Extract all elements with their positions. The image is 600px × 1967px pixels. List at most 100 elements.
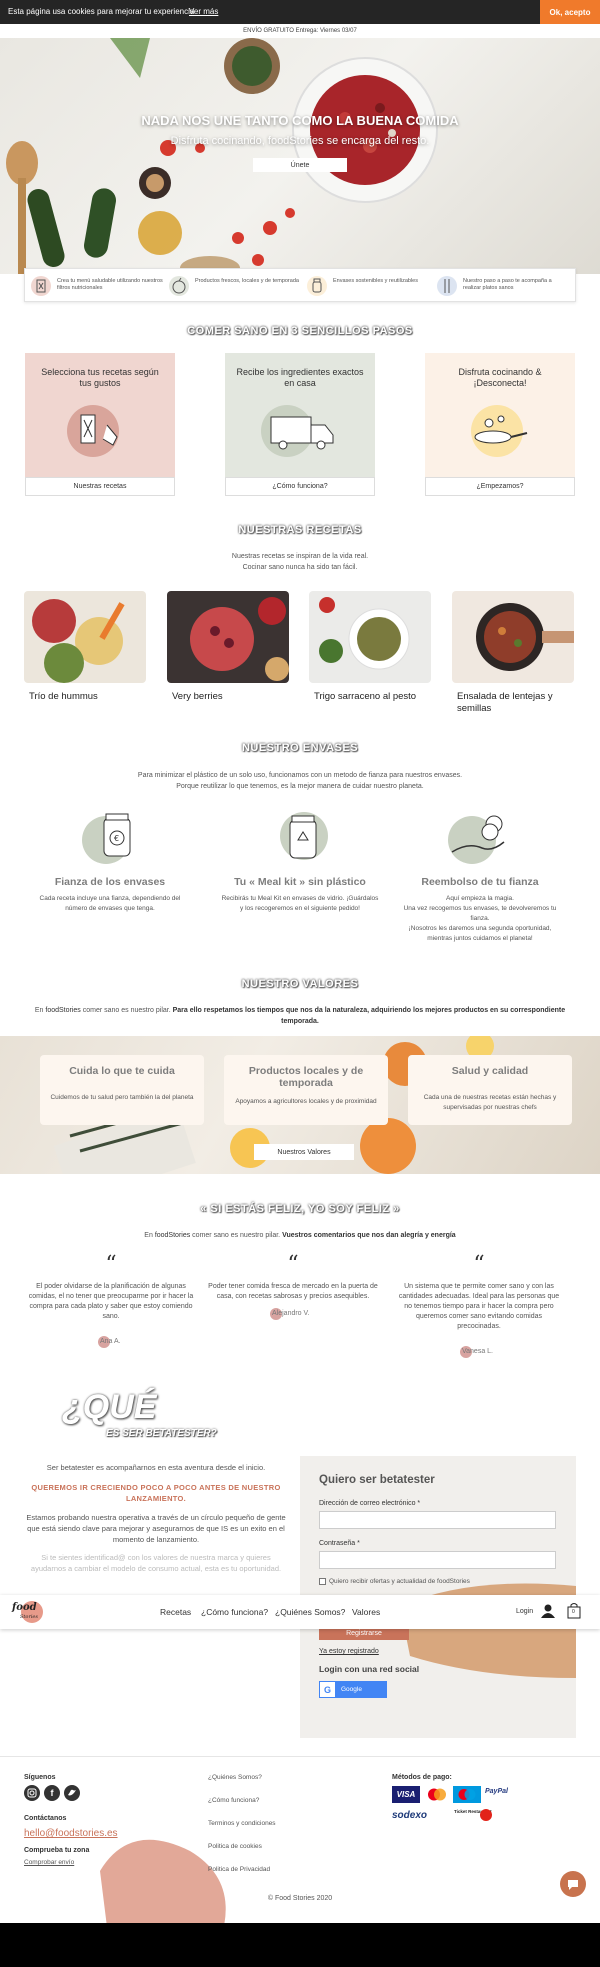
value-card: Salud y calidad Cada una de nuestras rec… [408,1055,572,1125]
how-it-works-button[interactable]: ¿Cómo funciona? [225,477,375,496]
twitter-icon[interactable] [64,1785,80,1801]
features-bar: Crea tu menú saludable utilizando nuestr… [24,268,576,302]
our-values-button[interactable]: Nuestros Valores [254,1144,354,1160]
beta-title-big: ¿QUÉ [62,1388,157,1426]
step-card: Disfruta cocinando & ¡Desconecta! ¿Empez… [425,353,575,496]
envases-intro-1: Para minimizar el plástico de un solo us… [137,772,463,779]
envase-title: Reembolso de tu fianza [421,876,539,888]
join-button[interactable]: Únete [253,158,347,172]
nav-link-quienes-somos[interactable]: ¿Quiénes Somos? [275,1607,345,1617]
step-card: Selecciona tus recetas según tus gustos … [25,353,175,496]
recipe-image[interactable] [452,591,574,683]
footer-link-privacidad[interactable]: Politica de Privacidad [208,1866,270,1873]
our-recipes-button[interactable]: Nuestras recetas [25,477,175,496]
reusable-jar-icon [307,276,327,296]
offers-checkbox[interactable] [319,1578,326,1585]
ticket-restaurant-icon: Ticket Restaurant [454,1809,494,1823]
google-login-button[interactable]: G Google [319,1681,387,1698]
value-desc: Cuidemos de tu salud pero también la del… [50,1094,194,1101]
facebook-icon[interactable]: f [44,1785,60,1801]
chat-button[interactable] [560,1871,586,1897]
brand-name: foodStories [154,1232,191,1239]
menu-filter-icon [31,276,51,296]
beta-paragraph-4: Si te sientes identificad@ con los valor… [30,1553,282,1573]
contact-title: Contáctanos [24,1815,67,1822]
valores-title: NUESTRO VALORES [241,978,359,990]
valores-intro: En foodStories comer sano es nuestro pil… [30,1005,570,1027]
feature-item: Envases sostenibles y reutilizables [307,276,445,296]
cookie-accept-button[interactable]: Ok, acepto [540,0,600,24]
cookie-more-link[interactable]: Ver más [189,7,218,16]
footer: Síguenos f Contáctanos hello@foodstories… [0,1756,600,1951]
recipe-name[interactable]: Trío de hummus [29,691,147,703]
beta-paragraph-1: Ser betatester es acompañarnos en esta a… [46,1463,266,1472]
envase-desc-line: Una vez recogemos tus envases, te devolv… [403,905,557,922]
envase-desc-line: Aquí empieza la magia. [446,895,514,902]
recipe-name[interactable]: Ensalada de lentejas y semillas [457,691,575,715]
email-input[interactable] [319,1511,556,1529]
value-card: Cuida lo que te cuida Cuidemos de tu sal… [40,1055,204,1125]
nav-link-valores[interactable]: Valores [352,1607,380,1617]
step-title: Recibe los ingredientes exactos en casa [236,367,364,388]
logo-text: food [12,1602,37,1613]
lets-start-button[interactable]: ¿Empezamos? [425,477,575,496]
value-title: Cuida lo que te cuida [69,1065,175,1077]
value-desc: Apoyamos a agricultores locales y de pro… [235,1098,377,1105]
mastercard-icon [425,1786,449,1803]
password-input[interactable] [319,1551,556,1569]
refund-hand-icon [446,810,512,866]
nav-link-recetas[interactable]: Recetas [160,1607,191,1617]
nav-link-como-funciona[interactable]: ¿Cómo funciona? [201,1607,268,1617]
testimonial-text: Poder tener comida fresca de mercado en … [208,1283,378,1300]
envase-title: Fianza de los envases [54,876,166,888]
testimonial-text: El poder olvidarse de la planificación d… [28,1283,194,1320]
recipe-image[interactable] [309,591,431,683]
footer-link-como-funciona[interactable]: ¿Cómo funciona? [208,1797,259,1804]
feature-text: Nuestro paso a paso te acompaña a realiz… [463,278,552,291]
follow-title: Síguenos [24,1774,56,1781]
recipe-name[interactable]: Very berries [172,691,290,703]
recipes-intro-1: Nuestras recetas se inspiran de la vida … [231,553,369,560]
recipe-selection-icon [67,405,119,457]
chat-bubble-icon [568,1880,578,1890]
envase-desc: Cada receta incluye una fianza, dependie… [39,895,181,912]
step-card: Recibe los ingredientes exactos en casa … [225,353,375,496]
envase-desc-line: ¡Nosotros les daremos una segunda oportu… [408,925,552,942]
envase-desc: Recibirás tu Meal Kit en envases de vidr… [221,895,379,912]
foodstories-logo[interactable]: food Stories [10,1599,46,1625]
already-registered-link[interactable]: Ya estoy registrado [319,1648,379,1655]
contact-email[interactable]: hello@foodstories.es [24,1828,118,1839]
quote-icon: “ [473,1252,485,1277]
quote-icon: “ [105,1252,117,1277]
form-title: Quiero ser betatester [319,1474,435,1486]
paypal-icon: PayPal [485,1788,508,1795]
cooking-pan-icon [471,405,528,457]
recipe-image[interactable] [167,591,289,683]
feature-item: Crea tu menú saludable utilizando nuestr… [31,276,169,296]
password-label: Contraseña * [319,1540,360,1547]
offers-checkbox-label: Quiero recibir ofertas y actualidad de f… [329,1578,470,1585]
beta-paragraph-2: QUEREMOS IR CRECIENDO POCO A POCO ANTES … [31,1483,281,1503]
user-icon[interactable] [541,1604,555,1618]
logo-subtext: Stories [20,1614,38,1620]
sticky-navbar: food Stories Recetas ¿Cómo funciona? ¿Qu… [0,1595,600,1629]
footer-link-terminos[interactable]: Terminos y condiciones [208,1820,276,1827]
login-link[interactable]: Login [516,1608,533,1615]
envases-title: NUESTRO ENVASES [241,742,359,754]
footer-link-cookies[interactable]: Politica de cookies [208,1843,262,1850]
recipe-image[interactable] [24,591,146,683]
check-zone-link[interactable]: Comprobar envío [24,1859,74,1866]
testimonials-title: « SI ESTÁS FELIZ, YO SOY FELIZ » [200,1203,400,1215]
instagram-icon[interactable] [24,1785,40,1801]
value-title: Salud y calidad [451,1065,529,1077]
testimonial-author: Alejandro V. [272,1310,310,1317]
beta-title-small: ES SER BETATESTER? [106,1428,217,1439]
footer-link-quienes-somos[interactable]: ¿Quiénes Somos? [208,1774,262,1781]
recipe-name[interactable]: Trigo sarraceno al pesto [314,691,432,703]
hero-image [6,38,438,274]
copyright: © Food Stories 2020 [267,1895,333,1902]
visa-icon: VISA [392,1786,420,1803]
bottom-bar [0,1923,600,1967]
value-card: Productos locales y de temporada Apoyamo… [224,1055,388,1125]
social-login-title: Login con una red social [319,1664,420,1674]
